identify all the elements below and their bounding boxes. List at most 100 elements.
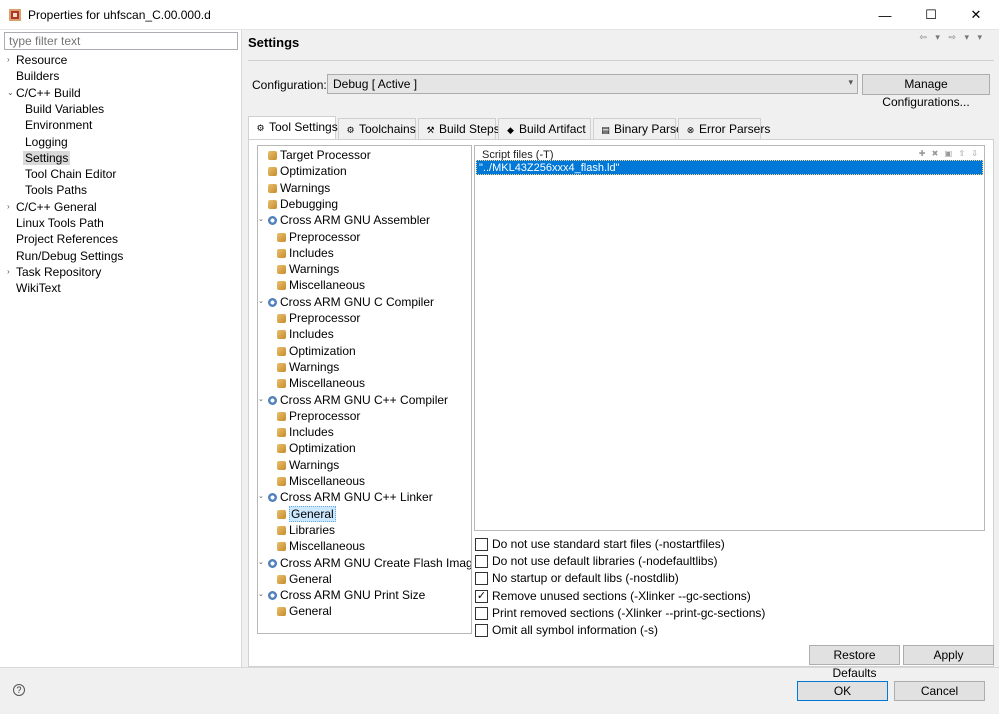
- restore-defaults-button[interactable]: Restore Defaults: [809, 645, 900, 680]
- manage-configurations-button[interactable]: Manage Configurations...: [862, 74, 990, 109]
- tree-item-cross-arm-gnu-assembler[interactable]: ⌄ Cross ARM GNU Assembler: [258, 212, 430, 228]
- cancel-button[interactable]: Cancel: [894, 681, 985, 701]
- expanded-arrow-icon[interactable]: ⌄: [258, 587, 264, 603]
- checkbox-label: Do not use default libraries (-nodefault…: [492, 554, 718, 569]
- expanded-arrow-icon[interactable]: ⌄: [258, 489, 264, 505]
- tree-item-miscellaneous[interactable]: Miscellaneous: [277, 375, 365, 391]
- tree-item-warnings[interactable]: Warnings: [277, 457, 339, 473]
- tab-toolchains[interactable]: ⚙ Toolchains: [338, 118, 416, 139]
- tree-item-debugging[interactable]: Debugging: [268, 196, 338, 212]
- sidebar-item-label: Tool Chain Editor: [25, 167, 117, 182]
- sidebar-item-run-debug-settings[interactable]: Run/Debug Settings: [16, 248, 123, 264]
- option-category-icon: [277, 265, 286, 275]
- tab-build-steps[interactable]: ⚒ Build Steps: [418, 118, 500, 139]
- checkbox[interactable]: [475, 572, 488, 586]
- tree-item-warnings[interactable]: Warnings: [277, 261, 339, 277]
- tree-item-miscellaneous[interactable]: Miscellaneous: [277, 473, 365, 489]
- sidebar-item-settings[interactable]: Settings: [23, 150, 71, 166]
- sidebar-item-task-repository[interactable]: › Task Repository: [7, 264, 101, 280]
- option-category-icon: [277, 428, 286, 438]
- app-icon: [9, 9, 21, 21]
- script-files-list[interactable]: Script files (-T) ✚ ✖ ▣ ⇧ ⇩ "../MKL43Z25…: [474, 145, 985, 531]
- tree-item-miscellaneous[interactable]: Miscellaneous: [277, 538, 365, 554]
- tab-tool-settings[interactable]: ⚙ Tool Settings: [248, 116, 338, 140]
- tree-item-warnings[interactable]: Warnings: [277, 359, 339, 375]
- option-category-icon: [268, 167, 277, 177]
- checkbox-label: No startup or default libs (-nostdlib): [492, 571, 679, 586]
- tree-item-includes[interactable]: Includes: [277, 245, 334, 261]
- tab-error-parsers[interactable]: ⊗ Error Parsers: [678, 118, 770, 139]
- expanded-arrow-icon[interactable]: ⌄: [258, 294, 264, 310]
- tree-item-miscellaneous[interactable]: Miscellaneous: [277, 277, 365, 293]
- sidebar-item-environment[interactable]: Environment: [25, 117, 92, 133]
- tree-item-label: General: [289, 571, 332, 586]
- tree-item-preprocessor[interactable]: Preprocessor: [277, 408, 360, 424]
- option-category-icon: [277, 411, 286, 421]
- sidebar-item-tools-paths[interactable]: Tools Paths: [25, 182, 87, 198]
- checkbox[interactable]: [475, 555, 488, 569]
- tab-build-artifact[interactable]: ◆ Build Artifact: [498, 118, 591, 139]
- option-category-icon: [277, 460, 286, 470]
- checkbox[interactable]: [475, 624, 488, 637]
- filter-input[interactable]: [4, 32, 238, 50]
- tool-gear-icon: [268, 297, 277, 307]
- sidebar-item-build-variables[interactable]: Build Variables: [25, 101, 104, 117]
- sidebar-item-wikitext[interactable]: WikiText: [16, 280, 61, 296]
- sidebar-item-c-c-build[interactable]: ⌄ C/C++ Build: [7, 85, 81, 101]
- apply-button[interactable]: Apply: [903, 645, 994, 665]
- sidebar-item-builders[interactable]: Builders: [16, 68, 59, 84]
- tree-item-cross-arm-gnu-c-compiler[interactable]: ⌄ Cross ARM GNU C++ Compiler: [258, 392, 448, 408]
- sidebar-item-c-c-general[interactable]: › C/C++ General: [7, 199, 97, 215]
- tree-item-general[interactable]: General: [277, 571, 332, 587]
- tree-item-cross-arm-gnu-print-size[interactable]: ⌄ Cross ARM GNU Print Size: [258, 587, 425, 603]
- option-category-icon: [277, 444, 286, 454]
- list-item[interactable]: "../MKL43Z256xxx4_flash.ld": [476, 160, 983, 175]
- list-toolbar-icons[interactable]: ✚ ✖ ▣ ⇧ ⇩: [919, 149, 980, 158]
- tree-item-includes[interactable]: Includes: [277, 326, 334, 342]
- footer-divider: [0, 667, 999, 668]
- tree-item-label: Preprocessor: [289, 229, 361, 244]
- tree-item-optimization[interactable]: Optimization: [277, 440, 356, 456]
- history-nav-icons[interactable]: ⇦ ▾ ⇨ ▾ ▾: [919, 32, 985, 43]
- tab-binary-parsers[interactable]: ▤ Binary Parsers: [593, 118, 693, 139]
- configuration-select[interactable]: Debug [ Active ] ▾: [327, 74, 858, 94]
- maximize-button[interactable]: ☐: [908, 0, 954, 30]
- checkbox-checked[interactable]: ✓: [475, 589, 488, 603]
- tree-item-target-processor[interactable]: Target Processor: [268, 147, 371, 163]
- expanded-arrow-icon[interactable]: ⌄: [258, 212, 264, 228]
- collapsed-arrow-icon[interactable]: ›: [7, 199, 10, 215]
- collapsed-arrow-icon[interactable]: ›: [7, 264, 10, 280]
- toolchains-icon: ⚙: [346, 125, 355, 135]
- tree-item-cross-arm-gnu-create-flash-image[interactable]: ⌄ Cross ARM GNU Create Flash Image: [258, 555, 471, 571]
- tree-item-optimization[interactable]: Optimization: [268, 163, 347, 179]
- ok-button[interactable]: OK: [797, 681, 888, 701]
- expanded-arrow-icon[interactable]: ⌄: [258, 392, 264, 408]
- close-button[interactable]: ✕: [953, 0, 999, 30]
- tree-item-preprocessor[interactable]: Preprocessor: [277, 229, 360, 245]
- checkbox[interactable]: [475, 538, 488, 551]
- tree-item-optimization[interactable]: Optimization: [277, 343, 356, 359]
- tree-item-preprocessor[interactable]: Preprocessor: [277, 310, 360, 326]
- minimize-button[interactable]: —: [862, 0, 908, 30]
- tree-item-includes[interactable]: Includes: [277, 424, 334, 440]
- expanded-arrow-icon[interactable]: ⌄: [258, 555, 264, 571]
- help-icon[interactable]: ?: [13, 684, 25, 696]
- tree-item-label: Preprocessor: [289, 408, 361, 423]
- tree-item-libraries[interactable]: Libraries: [277, 522, 335, 538]
- tree-item-cross-arm-gnu-c-linker[interactable]: ⌄ Cross ARM GNU C++ Linker: [258, 489, 433, 505]
- expanded-arrow-icon[interactable]: ⌄: [7, 85, 14, 101]
- tree-item-general[interactable]: General: [277, 603, 332, 619]
- sidebar-item-tool-chain-editor[interactable]: Tool Chain Editor: [25, 166, 116, 182]
- checkbox[interactable]: [475, 606, 488, 620]
- sidebar-item-linux-tools-path[interactable]: Linux Tools Path: [16, 215, 104, 231]
- sidebar-item-resource[interactable]: › Resource: [7, 52, 67, 68]
- sidebar-item-logging[interactable]: Logging: [25, 134, 68, 150]
- collapsed-arrow-icon[interactable]: ›: [7, 52, 10, 68]
- tree-item-cross-arm-gnu-c-compiler[interactable]: ⌄ Cross ARM GNU C Compiler: [258, 294, 434, 310]
- tree-item-label: Miscellaneous: [289, 278, 366, 293]
- tree-item-warnings[interactable]: Warnings: [268, 180, 330, 196]
- option-category-icon: [277, 574, 286, 584]
- tree-item-general[interactable]: General: [277, 505, 336, 522]
- sidebar-item-project-references[interactable]: Project References: [16, 231, 118, 247]
- tab-label: Build Steps: [439, 122, 500, 136]
